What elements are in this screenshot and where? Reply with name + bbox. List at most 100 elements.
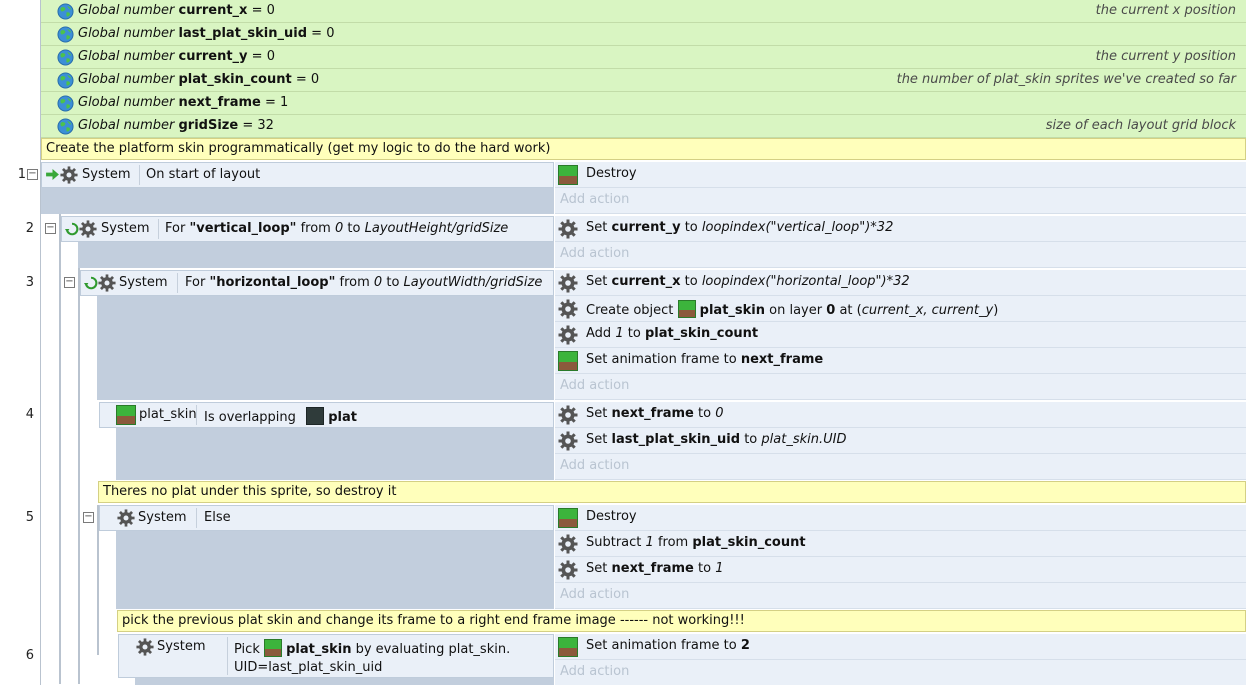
condition-text: On start of layout: [146, 167, 261, 182]
add-action-link[interactable]: Add action: [560, 458, 629, 473]
action-row[interactable]: Set next_frame to 1: [555, 557, 1246, 583]
add-action-link[interactable]: Add action: [560, 246, 629, 261]
gear-icon: [558, 560, 578, 580]
collapse-toggle-icon[interactable]: −: [27, 169, 38, 180]
event-body: [78, 242, 554, 268]
event-number: 5: [25, 510, 34, 525]
event-comment[interactable]: Create the platform skin programmaticall…: [41, 138, 1246, 160]
gear-icon: [558, 405, 578, 425]
global-var-prefix: Global number: [78, 72, 175, 87]
add-action-link[interactable]: Add action: [560, 378, 629, 393]
gear-icon: [117, 509, 135, 527]
global-var-value: = 32: [242, 118, 274, 133]
gear-icon: [98, 274, 116, 292]
add-action-row[interactable]: Add action: [555, 242, 1246, 268]
global-var-comment: the number of plat_skin sprites we've cr…: [896, 72, 1236, 87]
plat-skin-sprite-icon: [263, 639, 282, 657]
plat-skin-sprite-icon: [558, 637, 578, 657]
condition-text: For "vertical_loop" from 0 to LayoutHeig…: [165, 221, 509, 236]
add-action-link[interactable]: Add action: [560, 664, 629, 679]
gear-icon: [79, 220, 97, 238]
plat-skin-sprite-icon: [677, 300, 696, 318]
globe-icon: [57, 26, 74, 43]
action-row[interactable]: Subtract 1 from plat_skin_count: [555, 531, 1246, 557]
loop-icon: [65, 222, 79, 236]
add-action-row[interactable]: Add action: [555, 454, 1246, 480]
gear-icon: [558, 273, 578, 293]
global-var-comment: the current y position: [1095, 49, 1236, 64]
condition-text: Is overlapping plat: [204, 403, 357, 427]
action-row[interactable]: Set animation frame to 2: [555, 634, 1246, 660]
condition-object: plat_skin: [139, 407, 197, 422]
global-var-name: next_frame: [178, 95, 261, 110]
add-action-row[interactable]: Add action: [555, 374, 1246, 400]
global-var-prefix: Global number: [78, 118, 175, 133]
global-var-row[interactable]: Global number last_plat_skin_uid = 0: [41, 23, 1246, 46]
global-var-row[interactable]: Global number next_frame = 1: [41, 92, 1246, 115]
globe-icon: [57, 118, 74, 135]
plat-skin-sprite-icon: [116, 405, 136, 425]
global-var-comment: size of each layout grid block: [1045, 118, 1236, 133]
global-var-row[interactable]: Global number gridSize = 32 size of each…: [41, 115, 1246, 138]
action-row[interactable]: Set last_plat_skin_uid to plat_skin.UID: [555, 428, 1246, 454]
condition-text: For "horizontal_loop" from 0 to LayoutWi…: [185, 275, 543, 290]
condition-divider: [177, 273, 178, 293]
gear-icon: [60, 166, 78, 184]
globe-icon: [57, 72, 74, 89]
event-comment[interactable]: pick the previous plat skin and change i…: [117, 610, 1246, 632]
action-text: Destroy: [586, 166, 637, 181]
event-number: 2: [25, 221, 34, 236]
action-row[interactable]: Create object plat_skin on layer 0 at (c…: [555, 296, 1246, 322]
condition-divider: [196, 405, 197, 425]
action-row[interactable]: Add 1 to plat_skin_count: [555, 322, 1246, 348]
event-condition[interactable]: System For "vertical_loop" from 0 to Lay…: [61, 216, 554, 242]
action-row[interactable]: Destroy: [555, 162, 1246, 188]
event-condition[interactable]: System Else: [99, 505, 554, 531]
global-var-comment: the current x position: [1095, 3, 1236, 18]
event-number: 4: [25, 407, 34, 422]
plat-skin-sprite-icon: [558, 351, 578, 371]
collapse-toggle-icon[interactable]: −: [83, 512, 94, 523]
add-action-link[interactable]: Add action: [560, 192, 629, 207]
condition-object: System: [138, 510, 187, 525]
global-var-name: last_plat_skin_uid: [178, 26, 308, 41]
event-condition[interactable]: plat_skin Is overlapping plat: [99, 402, 554, 428]
condition-divider: [227, 637, 228, 675]
event-body: [41, 188, 554, 214]
event-number: 6: [25, 648, 34, 663]
nest-line: [78, 268, 80, 684]
action-row[interactable]: Set next_frame to 0: [555, 402, 1246, 428]
action-row[interactable]: Set current_y to loopindex("vertical_loo…: [555, 216, 1246, 242]
global-var-row[interactable]: Global number current_x = 0 the current …: [41, 0, 1246, 23]
add-action-row[interactable]: Add action: [555, 660, 1246, 685]
condition-object: System: [119, 275, 168, 290]
event-condition[interactable]: System For "horizontal_loop" from 0 to L…: [80, 270, 554, 296]
collapse-toggle-icon[interactable]: −: [64, 277, 75, 288]
global-var-value: = 0: [295, 72, 320, 87]
global-var-prefix: Global number: [78, 26, 175, 41]
event-condition[interactable]: System Pick plat_skin by evaluating plat…: [118, 634, 554, 678]
condition-object: System: [157, 639, 206, 654]
plat-skin-sprite-icon: [558, 508, 578, 528]
event-condition[interactable]: System On start of layout: [41, 162, 554, 188]
global-var-value: = 0: [251, 3, 275, 18]
collapse-toggle-icon[interactable]: −: [45, 223, 56, 234]
event-body: [116, 428, 554, 480]
global-var-name: plat_skin_count: [178, 72, 292, 87]
add-action-row[interactable]: Add action: [555, 188, 1246, 214]
global-var-row[interactable]: Global number current_y = 0 the current …: [41, 46, 1246, 69]
gear-icon: [558, 431, 578, 451]
plat-skin-sprite-icon: [558, 165, 578, 185]
gear-icon: [558, 219, 578, 239]
event-number: 1: [17, 167, 26, 182]
action-row[interactable]: Set animation frame to next_frame: [555, 348, 1246, 374]
gear-icon: [558, 534, 578, 554]
add-action-link[interactable]: Add action: [560, 587, 629, 602]
add-action-row[interactable]: Add action: [555, 583, 1246, 609]
condition-divider: [139, 165, 140, 185]
action-row[interactable]: Destroy: [555, 505, 1246, 531]
action-row[interactable]: Set current_x to loopindex("horizontal_l…: [555, 270, 1246, 296]
global-var-row[interactable]: Global number plat_skin_count = 0 the nu…: [41, 69, 1246, 92]
condition-object: System: [82, 167, 131, 182]
event-comment[interactable]: Theres no plat under this sprite, so des…: [98, 481, 1246, 503]
